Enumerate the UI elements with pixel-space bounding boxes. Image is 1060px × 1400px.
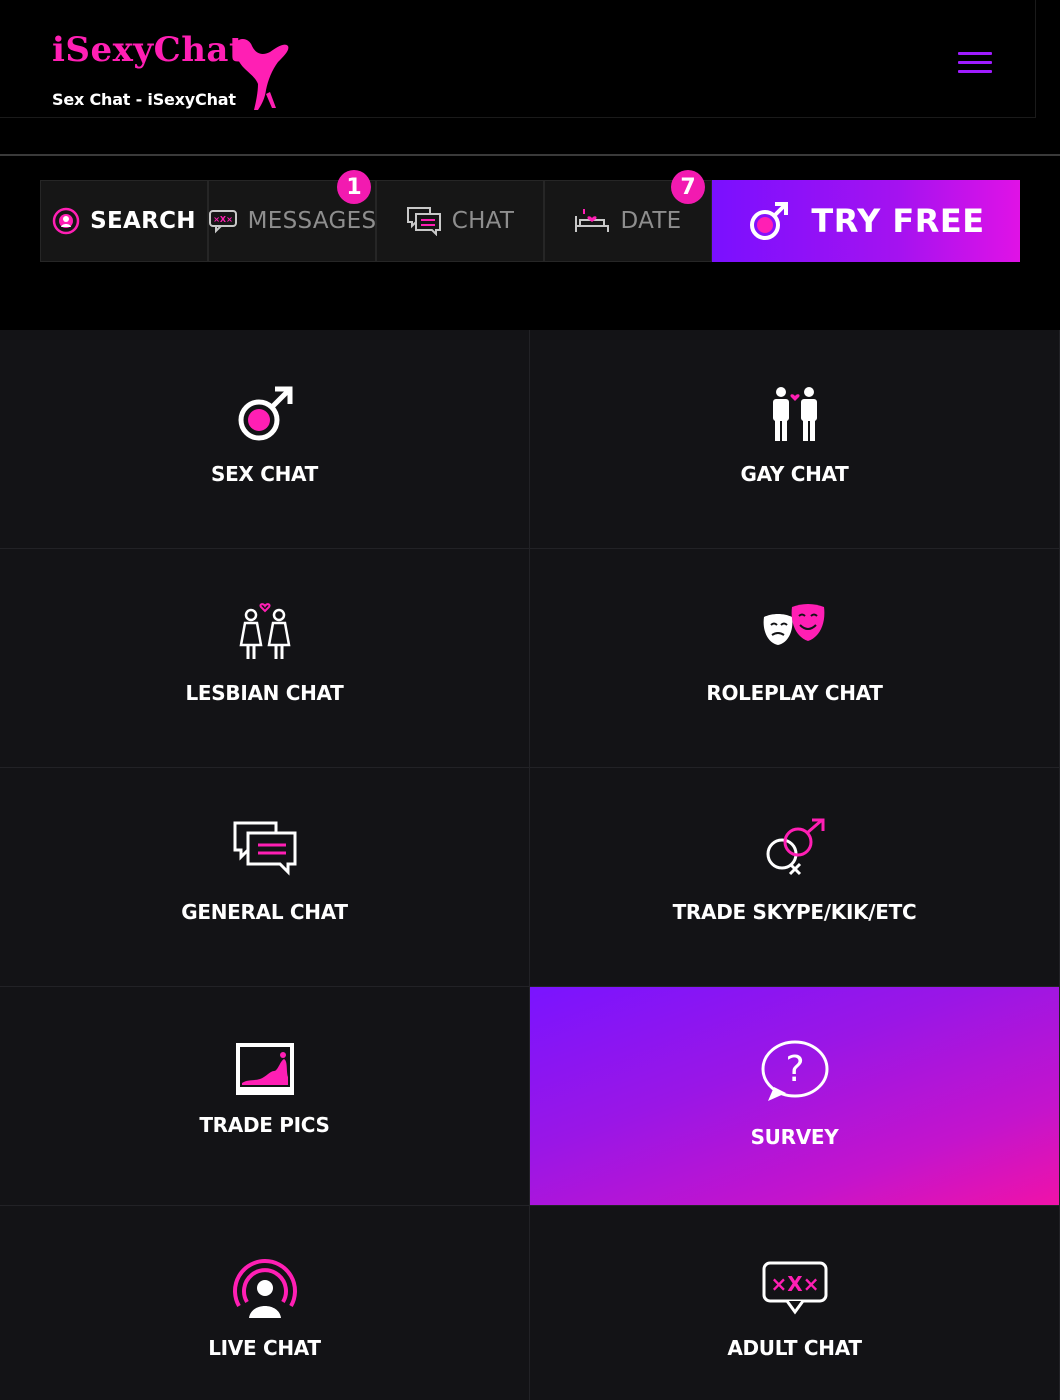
chat-bubbles-icon	[406, 207, 441, 236]
category-trade-pics[interactable]: TRADE PICS	[0, 987, 530, 1206]
live-broadcast-icon	[232, 1259, 297, 1318]
header-bar: iSexyChat Sex Chat - iSexyChat	[0, 0, 1036, 118]
two-women-icon	[239, 603, 290, 659]
theatre-masks-icon	[763, 604, 824, 645]
svg-text:×X×: ×X×	[770, 1272, 819, 1296]
category-label: TRADE PICS	[199, 1113, 330, 1137]
logo[interactable]: iSexyChat Sex Chat - iSexyChat	[52, 30, 302, 115]
try-free-button[interactable]: TRY FREE	[712, 180, 1020, 262]
messages-icon: ×X×	[208, 210, 237, 234]
category-label: GENERAL CHAT	[181, 900, 348, 924]
male-symbol-icon	[238, 386, 292, 441]
picture-icon	[235, 1043, 294, 1095]
logo-figure-icon	[234, 39, 289, 110]
tab-search-label: SEARCH	[90, 208, 196, 234]
date-badge: 7	[671, 170, 705, 204]
logo-subtitle: Sex Chat - iSexyChat	[52, 90, 236, 109]
category-adult-chat[interactable]: ×X× ADULT CHAT	[530, 1206, 1060, 1400]
category-survey[interactable]: ? SURVEY	[530, 987, 1060, 1206]
tab-chat[interactable]: CHAT	[376, 180, 544, 262]
question-bubble-icon: ?	[761, 1040, 828, 1101]
live-search-icon	[52, 207, 80, 235]
bed-icon	[575, 209, 610, 232]
header-divider	[0, 154, 1060, 156]
menu-line	[958, 61, 992, 64]
category-label: GAY CHAT	[740, 462, 849, 486]
logo-title: iSexyChat	[52, 30, 246, 70]
category-label: LESBIAN CHAT	[185, 681, 344, 705]
svg-text:?: ?	[785, 1049, 804, 1090]
category-label: ADULT CHAT	[727, 1336, 862, 1360]
category-lesbian-chat[interactable]: LESBIAN CHAT	[0, 549, 530, 768]
male-symbol-icon	[750, 202, 789, 240]
two-men-icon	[772, 387, 817, 441]
tab-messages-label: MESSAGES	[247, 208, 377, 234]
messages-badge: 1	[337, 170, 371, 204]
svg-text:×X×: ×X×	[213, 215, 233, 224]
category-label: ROLEPLAY CHAT	[706, 681, 883, 705]
category-label: SEX CHAT	[210, 462, 319, 486]
chat-bubbles-icon	[233, 821, 296, 876]
category-trade-skype[interactable]: TRADE SKYPE/KIK/ETC	[530, 768, 1060, 987]
hamburger-menu-button[interactable]	[958, 52, 992, 76]
xxx-bubble-icon: ×X×	[762, 1261, 827, 1315]
tab-bar: SEARCH ×X× MESSAGES 1 CHAT DATE 7 TRY FR…	[40, 170, 1020, 262]
category-grid: SEX CHAT GAY CHAT LESBIAN CHAT ROLEPLAY …	[0, 330, 1060, 1400]
tab-search[interactable]: SEARCH	[40, 180, 208, 262]
category-sex-chat[interactable]: SEX CHAT	[0, 330, 530, 549]
menu-line	[958, 52, 992, 55]
category-label: LIVE CHAT	[208, 1336, 321, 1360]
category-roleplay-chat[interactable]: ROLEPLAY CHAT	[530, 549, 1060, 768]
try-free-label: TRY FREE	[811, 202, 985, 240]
category-live-chat[interactable]: LIVE CHAT	[0, 1206, 530, 1400]
header: iSexyChat Sex Chat - iSexyChat	[0, 0, 1060, 156]
category-label: SURVEY	[750, 1125, 839, 1149]
category-general-chat[interactable]: GENERAL CHAT	[0, 768, 530, 987]
gender-symbols-icon	[766, 818, 824, 876]
menu-line	[958, 70, 992, 73]
tab-date-label: DATE	[620, 208, 682, 234]
tab-chat-label: CHAT	[451, 208, 515, 234]
category-label: TRADE SKYPE/KIK/ETC	[672, 900, 917, 924]
category-gay-chat[interactable]: GAY CHAT	[530, 330, 1060, 549]
